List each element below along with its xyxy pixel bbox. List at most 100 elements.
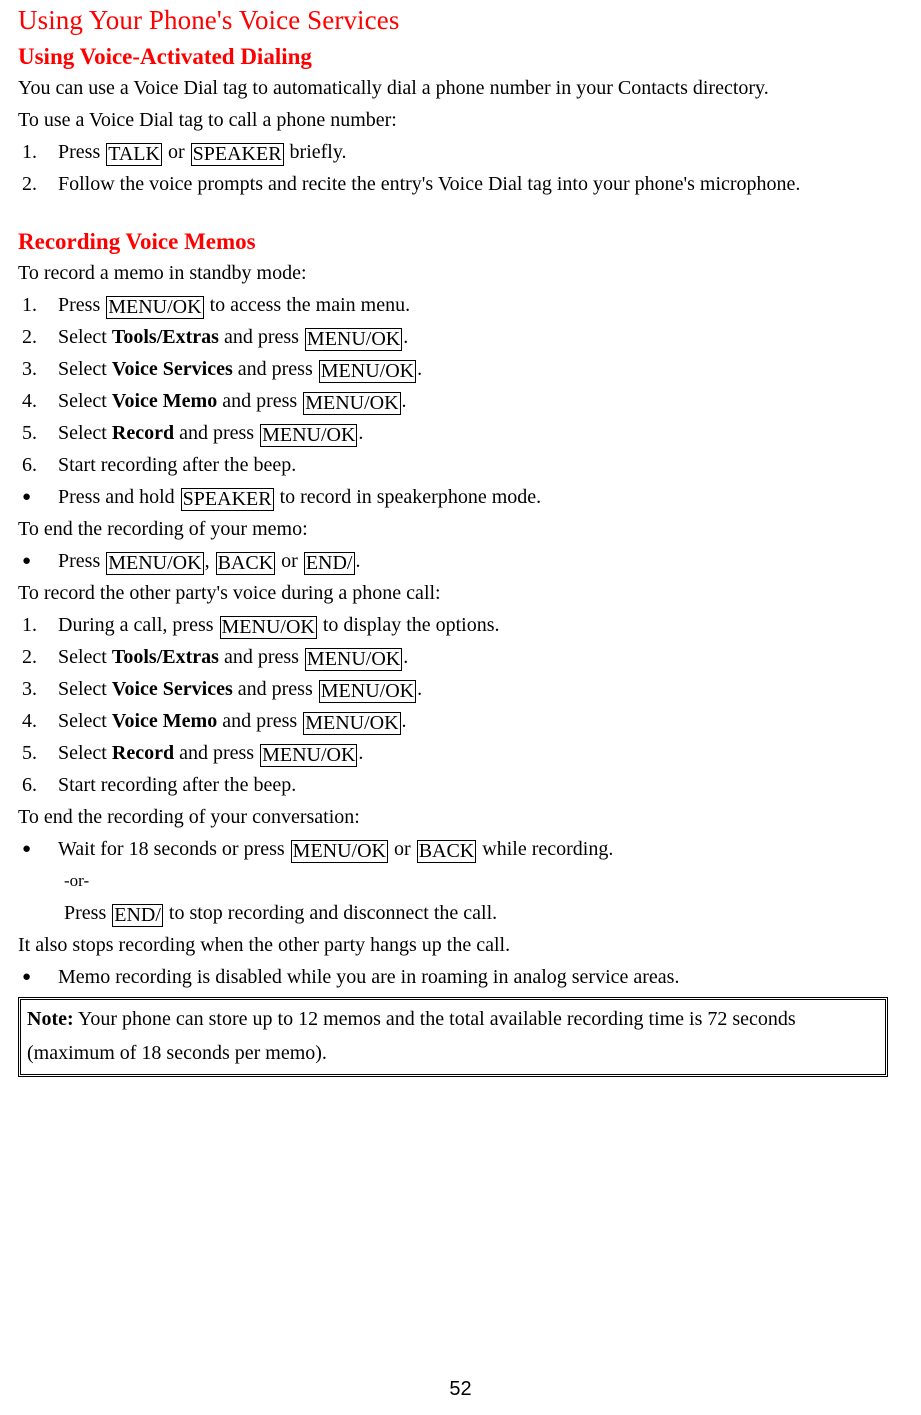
key-label-menu-ok: MENU/OK: [318, 360, 417, 383]
list-item: 3. Select Voice Services and press MENU/…: [18, 673, 903, 705]
step-text-after: .: [417, 678, 423, 700]
bullet-icon: ●: [22, 841, 32, 857]
key-label-menu-ok: MENU/OK: [219, 616, 317, 639]
bullet-text-before: Press: [58, 550, 101, 572]
list-item: 6. Start recording after the beep.: [18, 769, 903, 801]
key-label-menu-ok: MENU/OK: [260, 424, 358, 447]
list-marker: 1.: [22, 614, 37, 636]
bullet-text-before: Press and hold: [58, 486, 175, 508]
list-item: 4. Select Voice Memo and press MENU/OK.: [18, 385, 903, 417]
key-label-menu-ok: MENU/OK: [106, 552, 204, 575]
step-text: Follow the voice prompts and recite the …: [58, 173, 801, 195]
alt-instruction: Press END/ to stop recording and disconn…: [18, 897, 903, 929]
list-item: 2. Select Tools/Extras and press MENU/OK…: [18, 321, 903, 353]
step-text-after: .: [417, 358, 423, 380]
during-call-lead-in: To record the other party's voice during…: [18, 582, 441, 604]
list-marker: 3.: [22, 678, 37, 700]
end-conversation-lead-in: To end the recording of your conversatio…: [18, 806, 360, 828]
bullet-separator: ,: [204, 550, 210, 572]
step-text-before: Press: [58, 141, 101, 163]
key-label-menu-ok: MENU/OK: [303, 712, 401, 735]
bullet-text-after: while recording.: [482, 838, 614, 860]
step-text-middle: and press: [223, 326, 299, 348]
step-text-middle: and press: [222, 710, 298, 732]
list-marker: 5.: [22, 742, 37, 764]
note-label: Note:: [27, 1008, 74, 1030]
list-item: 2. Follow the voice prompts and recite t…: [18, 168, 903, 200]
step-text-before: Select: [58, 326, 107, 348]
list-item: 1. Press TALK or SPEAKER briefly.: [18, 136, 903, 168]
step-text-after: .: [403, 326, 409, 348]
bullet-icon: ●: [22, 553, 32, 569]
bullet-text-middle: or: [281, 550, 298, 572]
bullet-text-middle: or: [394, 838, 411, 860]
list-marker: 2.: [22, 173, 37, 195]
step-text-middle: and press: [222, 390, 298, 412]
menu-item-name: Voice Services: [111, 678, 233, 700]
list-item: ● Memo recording is disabled while you a…: [18, 961, 903, 993]
also-stops-note: It also stops recording when the other p…: [18, 934, 511, 956]
key-label-back: BACK: [215, 552, 276, 575]
step-text-middle: or: [167, 141, 185, 163]
key-label-back: BACK: [416, 840, 477, 863]
standby-steps-list: 1. Press MENU/OK to access the main menu…: [18, 289, 903, 481]
or-separator: -or-: [64, 871, 90, 890]
list-item: 2. Select Tools/Extras and press MENU/OK…: [18, 641, 903, 673]
page-title: Using Your Phone's Voice Services: [18, 5, 400, 35]
step-text-before: Select: [58, 742, 107, 764]
list-marker: 1.: [22, 141, 37, 163]
key-label-menu-ok: MENU/OK: [303, 392, 401, 415]
note-body: Your phone can store up to 12 memos and …: [27, 1008, 796, 1064]
page-number: 52: [449, 1378, 472, 1400]
step-text: Start recording after the beep.: [58, 454, 297, 476]
page-content: Using Your Phone's Voice Services Using …: [18, 0, 903, 1077]
step-text-after: to display the options.: [322, 614, 500, 636]
list-marker: 2.: [22, 646, 37, 668]
bullet-icon: ●: [22, 489, 32, 505]
voice-dialing-lead-in: To use a Voice Dial tag to call a phone …: [18, 109, 397, 131]
key-label-menu-ok: MENU/OK: [260, 744, 358, 767]
list-item: 5. Select Record and press MENU/OK.: [18, 737, 903, 769]
menu-item-name: Tools/Extras: [111, 646, 219, 668]
list-item: 5. Select Record and press MENU/OK.: [18, 417, 903, 449]
bullet-text-after: to record in speakerphone mode.: [279, 486, 542, 508]
key-label-menu-ok: MENU/OK: [318, 680, 417, 703]
menu-item-name: Voice Memo: [111, 710, 218, 732]
list-item: ● Wait for 18 seconds or press MENU/OK o…: [18, 833, 903, 865]
step-text-middle: and press: [237, 358, 313, 380]
key-label-speaker: SPEAKER: [180, 488, 274, 511]
list-item: 4. Select Voice Memo and press MENU/OK.: [18, 705, 903, 737]
standby-lead-in: To record a memo in standby mode:: [18, 262, 307, 284]
list-item: ● Press and hold SPEAKER to record in sp…: [18, 481, 903, 513]
during-call-steps-list: 1. During a call, press MENU/OK to displ…: [18, 609, 903, 801]
list-marker: 3.: [22, 358, 37, 380]
voice-dialing-intro: You can use a Voice Dial tag to automati…: [18, 77, 769, 99]
list-marker: 4.: [22, 710, 37, 732]
step-text-after: .: [358, 742, 364, 764]
step-text-before: Select: [58, 422, 107, 444]
key-label-menu-ok: MENU/OK: [304, 648, 403, 671]
list-marker: 5.: [22, 422, 37, 444]
key-label-menu-ok: MENU/OK: [290, 840, 389, 863]
step-text-middle: and press: [223, 646, 299, 668]
note-text-line: Note: Your phone can store up to 12 memo…: [27, 1002, 879, 1070]
menu-item-name: Tools/Extras: [111, 326, 219, 348]
key-label-end: END/: [112, 904, 163, 927]
list-marker: 4.: [22, 390, 37, 412]
step-text-before: Press: [58, 294, 101, 316]
list-item: 1. Press MENU/OK to access the main menu…: [18, 289, 903, 321]
note-box: Note: Your phone can store up to 12 memo…: [18, 997, 888, 1077]
list-marker: 1.: [22, 294, 37, 316]
step-text-after: to access the main menu.: [209, 294, 411, 316]
step-text-before: During a call, press: [58, 614, 214, 636]
key-label-menu-ok: MENU/OK: [304, 328, 403, 351]
step-text-before: Select: [58, 390, 107, 412]
list-item: 6. Start recording after the beep.: [18, 449, 903, 481]
section-heading-voice-dialing: Using Voice-Activated Dialing: [18, 44, 312, 69]
step-text-before: Select: [58, 678, 107, 700]
key-label-speaker: SPEAKER: [190, 143, 284, 166]
document-page: Using Your Phone's Voice Services Using …: [0, 0, 921, 1415]
step-text-after: .: [401, 710, 407, 732]
alt-text-after: to stop recording and disconnect the cal…: [168, 902, 498, 924]
step-text-after: .: [403, 646, 409, 668]
